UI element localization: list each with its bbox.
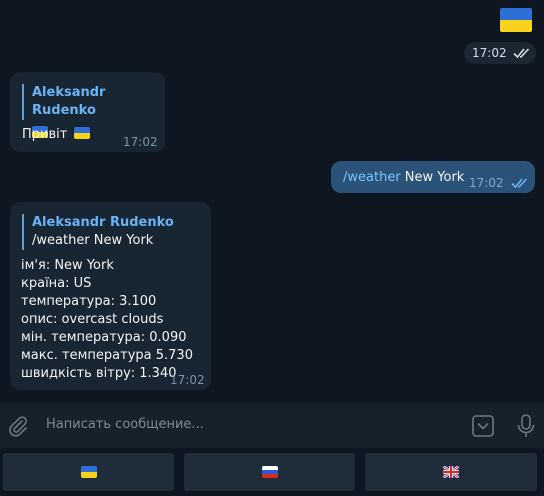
paperclip-icon[interactable] (7, 415, 29, 437)
double-check-icon (513, 48, 529, 59)
message-time: 17:02 (469, 176, 504, 190)
reply-author: Aleksandr Rudenko (32, 215, 174, 230)
microphone-icon[interactable] (515, 413, 537, 439)
uk-flag-icon (443, 466, 459, 478)
message-bubble-incoming[interactable]: Aleksandr Rudenko /weather New York ім'я… (10, 202, 211, 390)
keyboard-button-uk[interactable] (365, 453, 537, 491)
reply-keyboard (0, 448, 544, 496)
weather-line: країна: US (21, 276, 92, 291)
keyboard-button-ukraine[interactable] (3, 453, 174, 491)
message-text: /weather New York (343, 170, 465, 185)
chat-area: 17:02 Aleksandr Rudenko Привіт 17:02 /we… (0, 0, 544, 402)
message-time: 17:02 (123, 135, 158, 149)
reply-quote[interactable]: Aleksandr Rudenko /weather New York (22, 214, 174, 250)
double-check-icon (511, 178, 528, 189)
message-input-bar: Написать сообщение... (0, 402, 544, 448)
message-time: 17:02 (170, 373, 205, 387)
ukraine-flag-icon (74, 127, 91, 139)
weather-line: макс. температура 5.730 (21, 348, 193, 363)
message-text: Привіт (22, 126, 91, 144)
message-input[interactable]: Написать сообщение... (46, 417, 204, 432)
sticker-time: 17:02 (472, 46, 507, 60)
weather-line: температура: 3.100 (21, 294, 157, 309)
weather-line: швидкість вітру: 1.340 (21, 366, 177, 381)
reply-author: Aleksandr Rudenko (32, 85, 106, 118)
sticker-time-pill: 17:02 (464, 42, 536, 64)
reply-quote[interactable]: Aleksandr Rudenko (22, 84, 165, 138)
reply-text: /weather New York (32, 233, 154, 248)
weather-line: опис: overcast clouds (21, 312, 164, 327)
bot-keyboard-icon[interactable] (471, 414, 495, 438)
bot-command-link[interactable]: /weather (343, 170, 401, 185)
ukraine-flag-icon (80, 466, 97, 478)
russia-flag-icon (261, 466, 278, 478)
weather-line: мін. температура: 0.090 (21, 330, 187, 345)
weather-line: ім'я: New York (21, 258, 114, 273)
keyboard-button-russia[interactable] (184, 453, 355, 491)
ukraine-flag-icon (500, 8, 532, 32)
message-bubble-outgoing[interactable]: /weather New York 17:02 (331, 161, 535, 193)
message-bubble-incoming[interactable]: Aleksandr Rudenko Привіт 17:02 (10, 72, 165, 152)
